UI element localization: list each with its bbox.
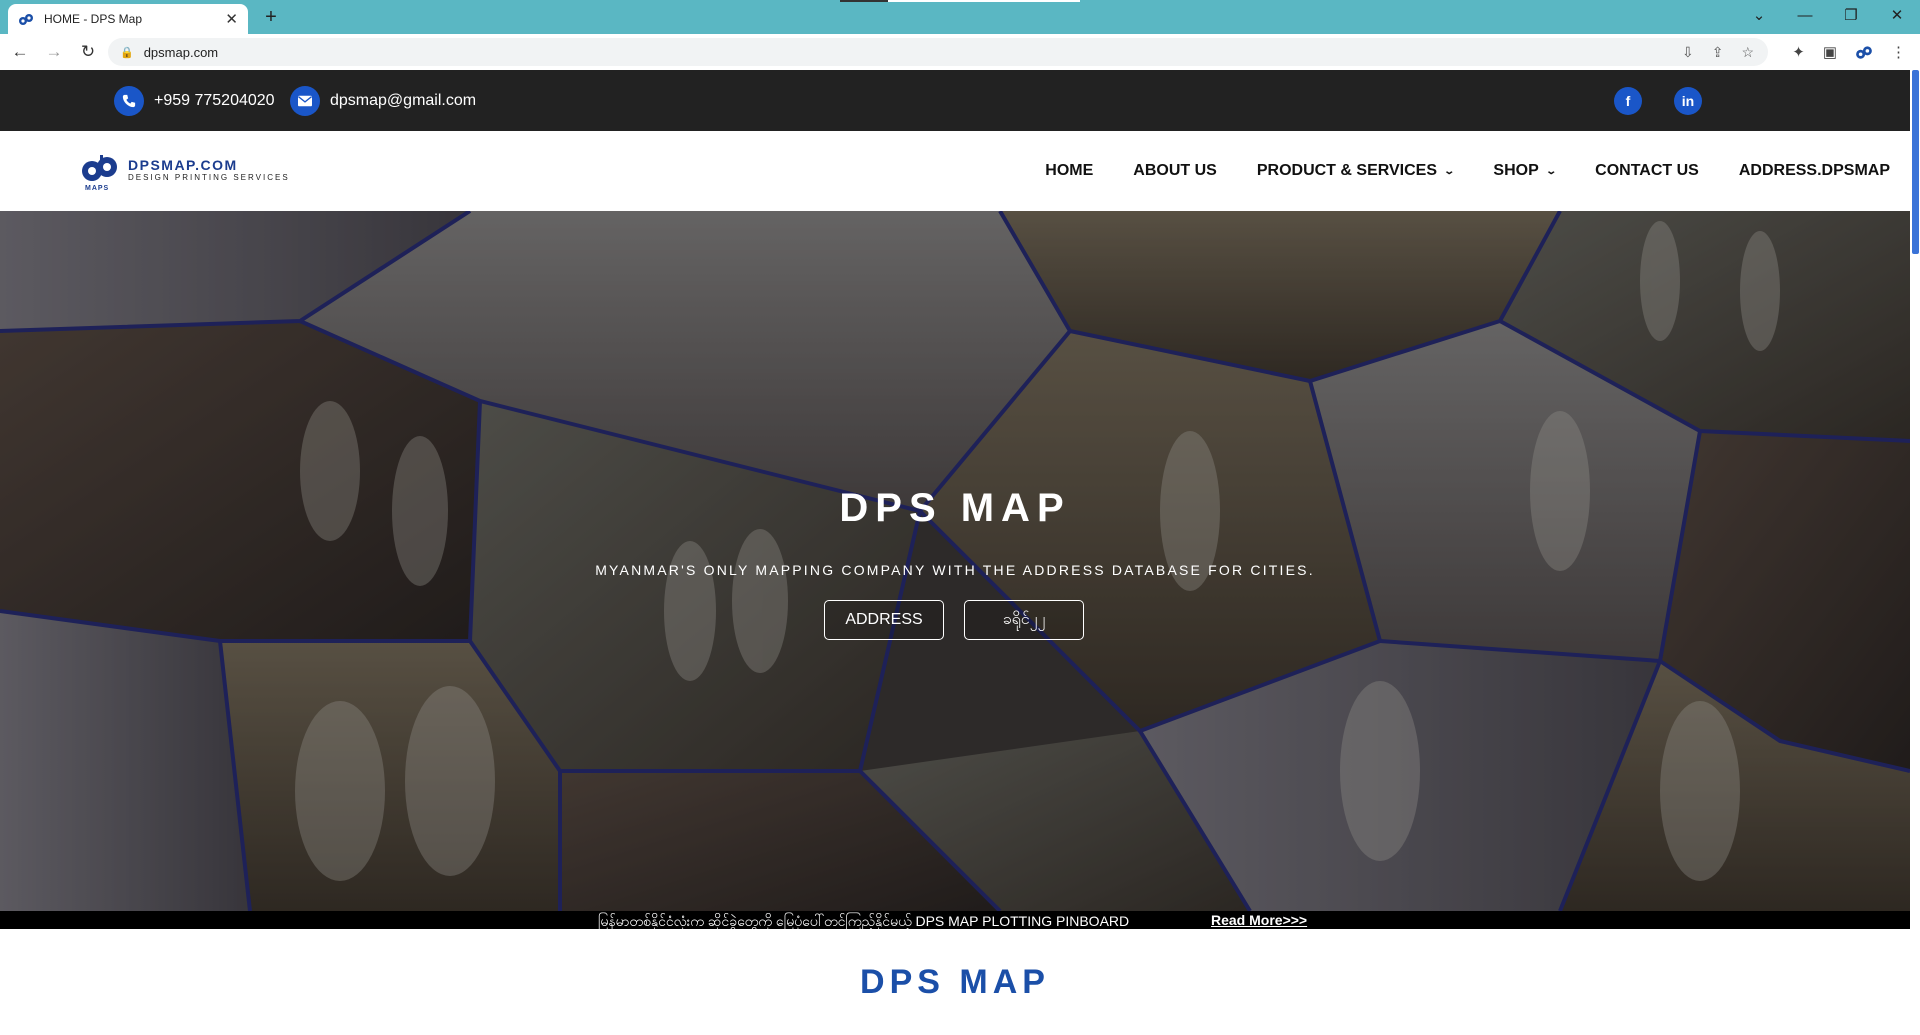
phone-icon	[114, 86, 144, 116]
news-ticker: မြန်မာတစ်နိုင်ငံလုံးက ဆိုင်ခွဲတွေကို မြေ…	[0, 911, 1910, 929]
side-panel-icon[interactable]: ▣	[1823, 43, 1837, 61]
district-button[interactable]: ခရိုင်၂၂	[964, 600, 1084, 640]
read-more-link[interactable]: Read More>>>	[1211, 912, 1307, 928]
hero-subtitle: Myanmar's only mapping company with the …	[595, 562, 1315, 578]
restore-icon[interactable]: ❐	[1828, 6, 1874, 24]
logo-name: DPSMAP.COM	[128, 157, 238, 173]
section-heading: DPS MAP	[860, 963, 1050, 1001]
chevron-down-icon: ⌄	[1545, 165, 1557, 177]
bookmark-star-icon[interactable]: ☆	[1741, 44, 1754, 61]
envelope-icon	[290, 86, 320, 116]
new-tab-button[interactable]: +	[258, 5, 284, 29]
site-logo[interactable]: DPSMAP.COM DESIGN PRINTING SERVICES MAPS	[80, 153, 290, 192]
site-header: DPSMAP.COM DESIGN PRINTING SERVICES MAPS…	[0, 131, 1910, 211]
back-icon[interactable]: ←	[6, 38, 34, 66]
browser-menu-icon[interactable]: ⋮	[1891, 43, 1906, 61]
nav-product-services[interactable]: PRODUCT & SERVICES ⌄	[1257, 162, 1456, 180]
ticker-text: မြန်မာတစ်နိုင်ငံလုံးက ဆိုင်ခွဲတွေကို မြေ…	[598, 913, 1130, 929]
nav-address-dpsmap[interactable]: ADDRESS.DPSMAP	[1739, 162, 1890, 180]
hero-banner: DPS MAP Myanmar's only mapping company w…	[0, 211, 1910, 911]
browser-tab[interactable]: HOME - DPS Map ✕	[8, 4, 248, 34]
email-address[interactable]: dpsmap@gmail.com	[330, 92, 476, 110]
extensions-area: ✦ ▣ ⋮	[1792, 38, 1920, 66]
window-controls: ⌄ — ❐ ✕	[1736, 0, 1920, 30]
url-text[interactable]: dpsmap.com	[144, 45, 218, 60]
tab-title: HOME - DPS Map	[44, 12, 143, 26]
browser-toolbar: ← → ↻ 🔒 dpsmap.com ⇩ ⇪ ☆ ✦ ▣ ⋮	[0, 34, 1920, 70]
webpage: +959 775204020 dpsmap@gmail.com f in DPS…	[0, 70, 1910, 1035]
scrollbar-thumb[interactable]	[1912, 70, 1919, 254]
logo-tagline: DESIGN PRINTING SERVICES	[128, 173, 290, 182]
logo-mark-text: MAPS	[85, 185, 110, 192]
email-contact[interactable]: dpsmap@gmail.com	[290, 86, 476, 116]
address-button[interactable]: ADDRESS	[824, 600, 944, 640]
share-icon[interactable]: ⇪	[1712, 44, 1724, 61]
page-scrollbar[interactable]	[1910, 70, 1920, 1035]
phone-number[interactable]: +959 775204020	[154, 92, 275, 110]
reload-icon[interactable]: ↻	[74, 38, 102, 66]
chevron-down-icon: ⌄	[1443, 165, 1456, 177]
lock-icon[interactable]: 🔒	[120, 46, 134, 59]
window-close-icon[interactable]: ✕	[1874, 6, 1920, 24]
forward-icon[interactable]: →	[40, 38, 68, 66]
contact-top-bar: +959 775204020 dpsmap@gmail.com f in	[0, 70, 1910, 131]
dpsmap-logo-icon	[82, 155, 117, 181]
facebook-icon[interactable]: f	[1614, 87, 1642, 115]
minimize-icon[interactable]: —	[1782, 7, 1828, 24]
nav-home[interactable]: HOME	[1045, 162, 1093, 180]
hero-buttons: ADDRESS ခရိုင်၂၂	[824, 600, 1084, 640]
tab-search-icon[interactable]: ⌄	[1736, 6, 1782, 24]
nav-about-us[interactable]: ABOUT US	[1133, 162, 1217, 180]
nav-contact-us[interactable]: CONTACT US	[1595, 162, 1699, 180]
address-bar[interactable]: 🔒 dpsmap.com ⇩ ⇪ ☆	[108, 38, 1768, 66]
tab-close-icon[interactable]: ✕	[225, 10, 238, 28]
extensions-icon[interactable]: ✦	[1792, 43, 1805, 61]
browser-tab-strip: HOME - DPS Map ✕ + ⌄ — ❐ ✕	[0, 0, 1920, 34]
hero-collage-image	[0, 211, 1910, 911]
main-navigation: HOME ABOUT US PRODUCT & SERVICES ⌄ SHOP ⌄ …	[1045, 131, 1890, 211]
nav-shop[interactable]: SHOP ⌄	[1493, 162, 1557, 180]
profile-avatar-icon[interactable]	[1855, 43, 1873, 61]
install-app-icon[interactable]: ⇩	[1682, 44, 1694, 61]
hero-title: DPS MAP	[839, 486, 1071, 530]
linkedin-icon[interactable]: in	[1674, 87, 1702, 115]
phone-contact[interactable]: +959 775204020	[114, 86, 275, 116]
tab-strip-indicator	[840, 0, 1080, 2]
dpsmap-favicon-icon	[19, 14, 33, 25]
